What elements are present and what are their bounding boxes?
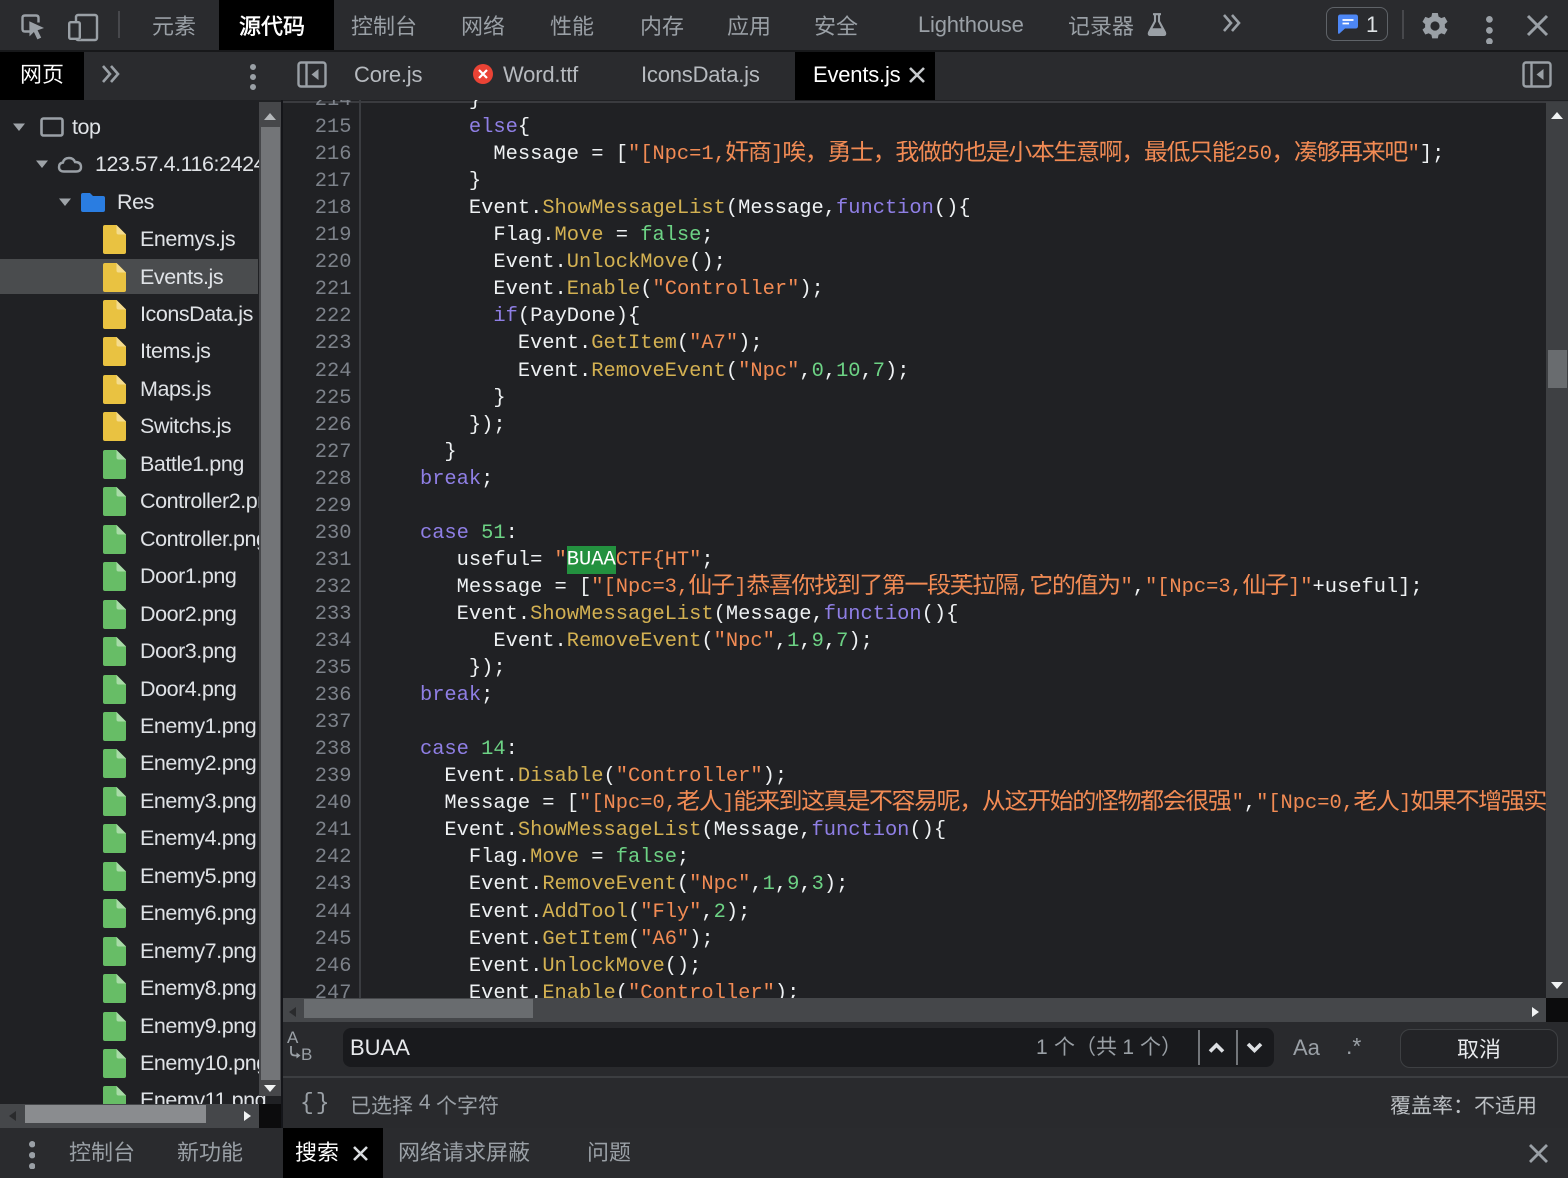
svg-text:A: A xyxy=(287,1029,299,1047)
svg-text:B: B xyxy=(301,1045,312,1063)
